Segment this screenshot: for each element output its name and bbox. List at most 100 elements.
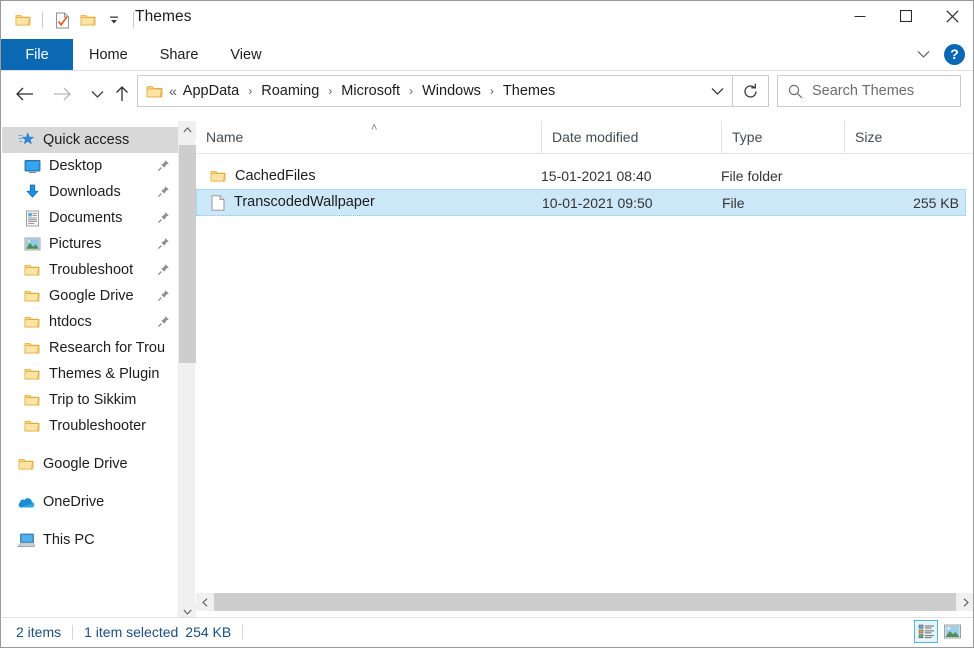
sidebar-item-label: Themes & Plugin bbox=[49, 366, 160, 382]
search-input[interactable]: Search Themes bbox=[812, 83, 914, 99]
column-header-date-modified[interactable]: Date modified bbox=[541, 121, 721, 153]
navigation-pane-scrollbar[interactable] bbox=[178, 121, 196, 621]
pin-icon[interactable] bbox=[157, 289, 170, 306]
folder-icon bbox=[22, 390, 42, 410]
sidebar-item-label: Pictures bbox=[49, 236, 102, 252]
sidebar-item-label: Research for Trou bbox=[49, 340, 166, 356]
sidebar-item-this-pc[interactable]: This PC bbox=[2, 527, 178, 553]
folder-icon bbox=[22, 286, 42, 306]
folder-icon[interactable] bbox=[11, 8, 35, 32]
file-type-cell: File bbox=[722, 194, 745, 211]
breadcrumb-item-roaming[interactable]: Roaming bbox=[259, 83, 321, 99]
file-list-horizontal-scrollbar[interactable] bbox=[196, 593, 973, 611]
navigation-pane: Quick access Desktop Downloads Documents… bbox=[2, 121, 178, 619]
forward-button[interactable] bbox=[48, 80, 76, 108]
folder-icon bbox=[22, 260, 42, 280]
column-header-type[interactable]: Type bbox=[721, 121, 844, 153]
breadcrumb-folder-icon bbox=[146, 84, 163, 99]
tab-view[interactable]: View bbox=[214, 39, 277, 70]
documents-icon bbox=[22, 208, 42, 228]
file-name-label: TranscodedWallpaper bbox=[234, 194, 375, 211]
breadcrumb[interactable]: « AppData › Roaming › Microsoft › Window… bbox=[137, 75, 733, 107]
file-date-cell: 15-01-2021 08:40 bbox=[541, 167, 652, 184]
ribbon-right-controls: ? bbox=[910, 41, 969, 67]
tab-home[interactable]: Home bbox=[73, 39, 144, 70]
column-header-size[interactable]: Size bbox=[844, 121, 966, 153]
table-row[interactable]: CachedFiles 15-01-2021 08:40 File folder bbox=[196, 162, 966, 189]
close-button[interactable] bbox=[929, 1, 973, 31]
sidebar-item-troubleshooter[interactable]: Troubleshooter bbox=[2, 413, 178, 439]
scrollbar-thumb[interactable] bbox=[179, 145, 196, 363]
sidebar-item-onedrive[interactable]: OneDrive bbox=[2, 489, 178, 515]
pin-icon[interactable] bbox=[157, 315, 170, 332]
pin-icon[interactable] bbox=[157, 159, 170, 176]
quick-access-toolbar bbox=[11, 7, 139, 33]
sidebar-item-downloads[interactable]: Downloads bbox=[2, 179, 178, 205]
downloads-icon bbox=[22, 182, 42, 202]
sidebar-item-pictures[interactable]: Pictures bbox=[2, 231, 178, 257]
breadcrumb-dropdown-icon[interactable] bbox=[702, 76, 732, 106]
quick-access-star-icon bbox=[16, 130, 36, 150]
breadcrumb-separator-3[interactable]: › bbox=[402, 84, 420, 98]
file-type-cell: File folder bbox=[721, 167, 783, 184]
scroll-up-icon[interactable] bbox=[179, 121, 196, 139]
pin-icon[interactable] bbox=[157, 263, 170, 280]
sidebar-item-quick-access[interactable]: Quick access bbox=[2, 127, 178, 153]
minimize-button[interactable] bbox=[837, 1, 883, 31]
file-size-cell: 255 KB bbox=[913, 194, 959, 211]
sidebar-item-htdocs[interactable]: htdocs bbox=[2, 309, 178, 335]
status-bar: 2 items 1 item selected 254 KB bbox=[2, 617, 973, 646]
folder-icon bbox=[22, 338, 42, 358]
customize-dropdown-icon[interactable] bbox=[102, 8, 126, 32]
sidebar-item-research-for-troubleshooting[interactable]: Research for Trou bbox=[2, 335, 178, 361]
breadcrumb-item-microsoft[interactable]: Microsoft bbox=[339, 83, 402, 99]
ribbon-tabs: File Home Share View bbox=[1, 39, 973, 70]
pictures-icon bbox=[22, 234, 42, 254]
scrollbar-thumb[interactable] bbox=[214, 593, 956, 611]
sidebar-item-label: htdocs bbox=[49, 314, 92, 330]
recent-locations-button[interactable] bbox=[83, 80, 111, 108]
properties-icon[interactable] bbox=[50, 8, 74, 32]
file-name-cell: CachedFiles bbox=[210, 168, 316, 184]
table-row[interactable]: TranscodedWallpaper 10-01-2021 09:50 Fil… bbox=[196, 189, 966, 216]
sidebar-item-trip-to-sikkim[interactable]: Trip to Sikkim bbox=[2, 387, 178, 413]
tab-share[interactable]: Share bbox=[144, 39, 215, 70]
chevron-down-icon[interactable] bbox=[910, 41, 936, 67]
sidebar-item-themes-and-plugins[interactable]: Themes & Plugin bbox=[2, 361, 178, 387]
pin-icon[interactable] bbox=[157, 185, 170, 202]
breadcrumb-separator-2[interactable]: › bbox=[321, 84, 339, 98]
up-button[interactable] bbox=[108, 80, 136, 108]
refresh-button[interactable] bbox=[733, 75, 769, 107]
sidebar-item-troubleshoot[interactable]: Troubleshoot bbox=[2, 257, 178, 283]
breadcrumb-item-windows[interactable]: Windows bbox=[420, 83, 483, 99]
folder-icon bbox=[210, 168, 226, 184]
sidebar-item-label: Troubleshoot bbox=[49, 262, 134, 278]
pin-icon[interactable] bbox=[157, 237, 170, 254]
help-icon[interactable]: ? bbox=[944, 43, 965, 65]
file-explorer-window: Themes File Home Share View ? « AppData … bbox=[0, 0, 974, 648]
large-icons-view-button[interactable] bbox=[940, 620, 964, 643]
breadcrumb-overflow[interactable]: « bbox=[169, 83, 177, 99]
scroll-left-icon[interactable] bbox=[196, 593, 214, 611]
sidebar-item-google-drive-quick[interactable]: Google Drive bbox=[2, 283, 178, 309]
this-pc-icon bbox=[16, 530, 36, 550]
breadcrumb-separator-1[interactable]: › bbox=[241, 84, 259, 98]
search-icon bbox=[778, 84, 812, 99]
breadcrumb-separator-4[interactable]: › bbox=[483, 84, 501, 98]
sidebar-item-desktop[interactable]: Desktop bbox=[2, 153, 178, 179]
back-button[interactable] bbox=[11, 80, 39, 108]
sidebar-item-google-drive[interactable]: Google Drive bbox=[2, 451, 178, 477]
breadcrumb-item-themes[interactable]: Themes bbox=[501, 83, 557, 99]
column-header-name[interactable]: Name bbox=[196, 121, 541, 153]
title-bar: Themes bbox=[1, 1, 973, 39]
breadcrumb-item-appdata[interactable]: AppData bbox=[181, 83, 241, 99]
details-view-button[interactable] bbox=[914, 620, 938, 643]
scroll-right-icon[interactable] bbox=[957, 593, 973, 611]
tab-file[interactable]: File bbox=[1, 39, 73, 70]
maximize-button[interactable] bbox=[883, 1, 929, 31]
pin-icon[interactable] bbox=[157, 211, 170, 228]
sidebar-item-documents[interactable]: Documents bbox=[2, 205, 178, 231]
new-folder-icon[interactable] bbox=[76, 8, 100, 32]
search-box[interactable]: Search Themes bbox=[777, 75, 961, 107]
file-icon bbox=[211, 194, 225, 211]
